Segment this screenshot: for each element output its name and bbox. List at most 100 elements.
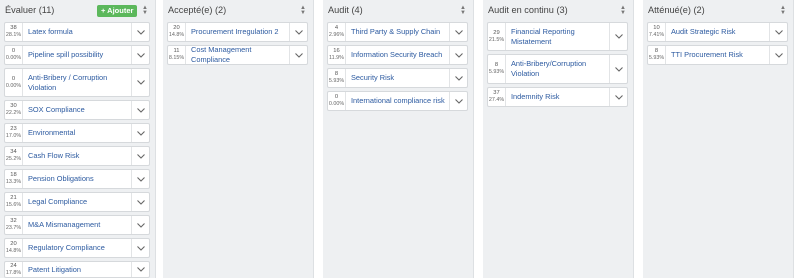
score-cell: 0 0.00%	[5, 69, 23, 96]
risk-card[interactable]: 34 25.2% Cash Flow Risk	[4, 146, 150, 166]
risk-card[interactable]: 0 0.00% International compliance risk	[327, 91, 468, 111]
score-value: 20	[173, 25, 180, 31]
chevron-down-icon[interactable]	[609, 23, 627, 50]
chevron-down-icon[interactable]	[131, 101, 149, 119]
risk-card[interactable]: 11 8.15% Cost Management Compliance	[167, 45, 308, 65]
chevron-down-icon[interactable]	[609, 55, 627, 83]
risk-card-label[interactable]: Environmental	[28, 124, 127, 142]
sort-icon[interactable]: ▲ ▼	[298, 5, 308, 17]
risk-card-label[interactable]: SOX Compliance	[28, 101, 127, 119]
risk-card-label[interactable]: Patent Litigation	[28, 262, 127, 277]
risk-card-label[interactable]: Audit Strategic Risk	[671, 23, 765, 41]
score-value: 34	[10, 149, 17, 155]
add-button[interactable]: + Ajouter	[97, 5, 138, 17]
chevron-down-icon[interactable]	[131, 124, 149, 142]
chevron-down-icon[interactable]	[131, 69, 149, 96]
risk-card[interactable]: 18 13.3% Pension Obligations	[4, 169, 150, 189]
score-cell: 0 0.00%	[328, 92, 346, 110]
risk-card-label[interactable]: Legal Compliance	[28, 193, 127, 211]
score-percent: 17.0%	[5, 133, 22, 139]
column-continuous-audit: Audit en continu (3) ▲ ▼ 29 21.5% Financia…	[483, 0, 634, 278]
chevron-down-icon[interactable]	[131, 216, 149, 234]
risk-card[interactable]: 37 27.4% Indemnity Risk	[487, 87, 628, 107]
chevron-down-icon[interactable]	[289, 23, 307, 41]
sort-icon[interactable]: ▲ ▼	[618, 5, 628, 17]
column-header: Atténué(e) (2) ▲ ▼	[643, 0, 793, 22]
risk-card[interactable]: 32 23.7% M&A Mismanagement	[4, 215, 150, 235]
risk-card[interactable]: 4 2.96% Third Party & Supply Chain	[327, 22, 468, 42]
chevron-down-icon[interactable]	[449, 46, 467, 64]
risk-card-label[interactable]: Latex formula	[28, 23, 127, 41]
column-title: Audit en continu (3)	[488, 5, 568, 15]
score-cell: 0 0.00%	[5, 46, 23, 64]
risk-card-label[interactable]: Pension Obligations	[28, 170, 127, 188]
risk-card[interactable]: 20 14.8% Procurement Irregulation 2	[167, 22, 308, 42]
risk-card-label[interactable]: Regulatory Compliance	[28, 239, 127, 257]
risk-card[interactable]: 0 0.00% Anti-Bribery / Corruption Violati…	[4, 68, 150, 97]
risk-card-label[interactable]: Cash Flow Risk	[28, 147, 127, 165]
risk-card[interactable]: 24 17.8% Patent Litigation	[4, 261, 150, 278]
risk-card[interactable]: 10 7.41% Audit Strategic Risk	[647, 22, 788, 42]
risk-card-label[interactable]: Pipeline spill possibility	[28, 46, 127, 64]
chevron-down-icon[interactable]	[131, 262, 149, 277]
score-percent: 2.96%	[328, 32, 345, 38]
chevron-down-icon[interactable]	[131, 23, 149, 41]
risk-card-label[interactable]: Procurement Irregulation 2	[191, 23, 285, 41]
column-evaluate: Évaluer (11) + Ajouter ▲ ▼ 38 28.1% Latex …	[0, 0, 156, 278]
score-cell: 20 14.8%	[168, 23, 186, 41]
risk-card[interactable]: 30 22.2% SOX Compliance	[4, 100, 150, 120]
risk-card[interactable]: 8 5.93% Anti-Bribery/Corruption Violation	[487, 54, 628, 84]
risk-card[interactable]: 16 11.9% Information Security Breach	[327, 45, 468, 65]
risk-card-label[interactable]: Indemnity Risk	[511, 88, 605, 106]
chevron-down-icon[interactable]	[289, 46, 307, 64]
risk-card-label[interactable]: Cost Management Compliance	[191, 45, 285, 64]
score-value: 37	[493, 90, 500, 96]
score-percent: 0.00%	[5, 55, 22, 61]
chevron-down-icon[interactable]	[769, 46, 787, 64]
score-value: 0	[334, 94, 339, 100]
risk-card[interactable]: 8 5.93% TTI Procurement Risk	[647, 45, 788, 65]
score-value: 21	[10, 195, 17, 201]
chevron-down-icon[interactable]	[449, 23, 467, 41]
chevron-down-icon[interactable]	[449, 69, 467, 87]
score-cell: 30 22.2%	[5, 101, 23, 119]
risk-card-label[interactable]: Third Party & Supply Chain	[351, 23, 445, 41]
risk-card-label[interactable]: Anti-Bribery/Corruption Violation	[511, 55, 605, 83]
risk-card-label[interactable]: Anti-Bribery / Corruption Violation	[28, 69, 127, 96]
column-accepted: Accepté(e) (2) ▲ ▼ 20 14.8% Procurement Ir…	[163, 0, 314, 278]
score-cell: 4 2.96%	[328, 23, 346, 41]
chevron-down-icon[interactable]	[131, 239, 149, 257]
score-cell: 8 5.93%	[648, 46, 666, 64]
score-percent: 27.4%	[488, 97, 505, 103]
chevron-down-icon[interactable]	[609, 88, 627, 106]
risk-card-label[interactable]: Financial Reporting Mistatement	[511, 23, 605, 50]
risk-card[interactable]: 38 28.1% Latex formula	[4, 22, 150, 42]
column-header: Audit (4) ▲ ▼	[323, 0, 473, 22]
chevron-down-icon[interactable]	[131, 147, 149, 165]
score-cell: 16 11.9%	[328, 46, 346, 64]
chevron-down-icon[interactable]	[131, 193, 149, 211]
sort-icon[interactable]: ▲ ▼	[458, 5, 468, 17]
chevron-down-icon[interactable]	[449, 92, 467, 110]
score-percent: 5.93%	[648, 55, 665, 61]
chevron-down-icon[interactable]	[131, 46, 149, 64]
chevron-down-icon[interactable]	[131, 170, 149, 188]
sort-icon[interactable]: ▲ ▼	[140, 5, 150, 17]
risk-card[interactable]: 21 15.6% Legal Compliance	[4, 192, 150, 212]
risk-card[interactable]: 8 5.93% Security Risk	[327, 68, 468, 88]
chevron-down-icon[interactable]	[769, 23, 787, 41]
risk-card[interactable]: 29 21.5% Financial Reporting Mistatement	[487, 22, 628, 51]
risk-card-label[interactable]: M&A Mismanagement	[28, 216, 127, 234]
score-value: 23	[10, 126, 17, 132]
risk-card[interactable]: 23 17.0% Environmental	[4, 123, 150, 143]
risk-card[interactable]: 20 14.8% Regulatory Compliance	[4, 238, 150, 258]
risk-card-label[interactable]: Security Risk	[351, 69, 445, 87]
score-cell: 8 5.93%	[328, 69, 346, 87]
score-value: 8	[494, 62, 499, 68]
risk-card-label[interactable]: International compliance risk	[351, 92, 445, 110]
risk-card[interactable]: 0 0.00% Pipeline spill possibility	[4, 45, 150, 65]
risk-card-label[interactable]: Information Security Breach	[351, 46, 445, 64]
risk-card-label[interactable]: TTI Procurement Risk	[671, 46, 765, 64]
sort-icon[interactable]: ▲ ▼	[778, 5, 788, 17]
score-percent: 17.8%	[5, 269, 22, 276]
